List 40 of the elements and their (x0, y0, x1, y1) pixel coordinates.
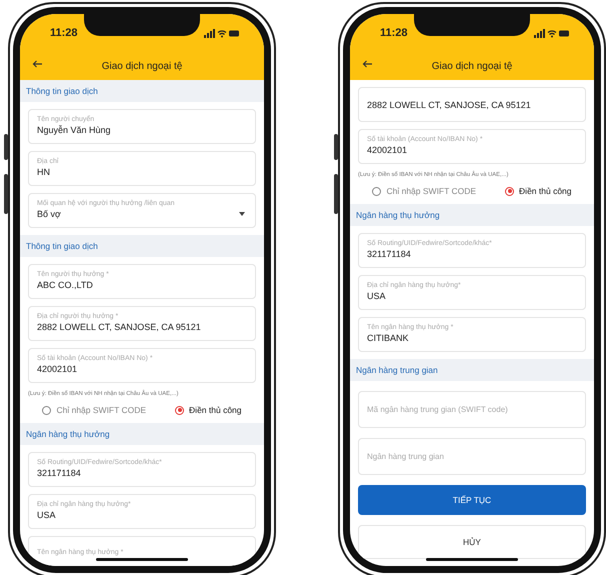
section-header: Ngân hàng thụ hưởng (350, 204, 594, 226)
field-value: CITIBANK (367, 333, 409, 343)
cancel-button[interactable]: HỦY (358, 525, 586, 559)
radio-label: Điền thủ công (189, 405, 242, 415)
continue-button[interactable]: TIẾP TỤC (358, 485, 586, 515)
radio-button[interactable] (42, 406, 52, 414)
radio-button[interactable] (372, 186, 382, 196)
field-value: ABC CO.,LTD (37, 280, 93, 290)
section-header: Thông tin giao dịch (20, 80, 264, 102)
field-value: HN (37, 167, 50, 177)
section-header: Thông tin giao dịch (20, 235, 264, 257)
screen-title: Giao dịch ngoại tệ (102, 60, 182, 72)
field-value: 2882 LOWELL CT, SANJOSE, CA 95121 (37, 322, 201, 332)
input-field[interactable]: 2882 LOWELL CT, SANJOSE, CA 95121 (358, 87, 586, 122)
section-header: Ngân hàng thụ hưởng (20, 423, 264, 445)
input-field[interactable]: Mã ngân hàng trung gian (SWIFT code) (358, 391, 586, 428)
screen-title: Giao dịch ngoại tệ (432, 60, 512, 72)
field-value: USA (37, 510, 56, 520)
field-value: 42002101 (37, 364, 78, 374)
radio-label: Chỉ nhập SWIFT CODE (386, 186, 476, 196)
radio-button[interactable] (175, 406, 184, 414)
field-value: 321171184 (37, 468, 81, 478)
status-time: 11:28 (50, 27, 78, 39)
status-icons (204, 28, 240, 38)
field-value: 2882 LOWELL CT, SANJOSE, CA 95121 (367, 100, 531, 110)
field-value: Nguyễn Văn Hùng (37, 125, 111, 135)
status-time: 11:28 (380, 27, 408, 39)
field-value: 42002101 (367, 145, 408, 155)
back-arrow-icon[interactable] (362, 60, 372, 68)
input-field[interactable]: Ngân hàng trung gian (358, 438, 586, 475)
radio-label: Điền thủ công (519, 186, 572, 196)
radio-label: Chỉ nhập SWIFT CODE (56, 405, 146, 415)
radio-button[interactable] (505, 186, 514, 196)
field-value: USA (367, 291, 386, 301)
back-arrow-icon[interactable] (32, 60, 42, 68)
field-value: 321171184 (367, 249, 411, 259)
section-header: Ngân hàng trung gian (350, 359, 594, 381)
status-icons (534, 28, 570, 38)
field-value: Bố vợ (37, 209, 61, 219)
caret-icon (239, 212, 245, 216)
